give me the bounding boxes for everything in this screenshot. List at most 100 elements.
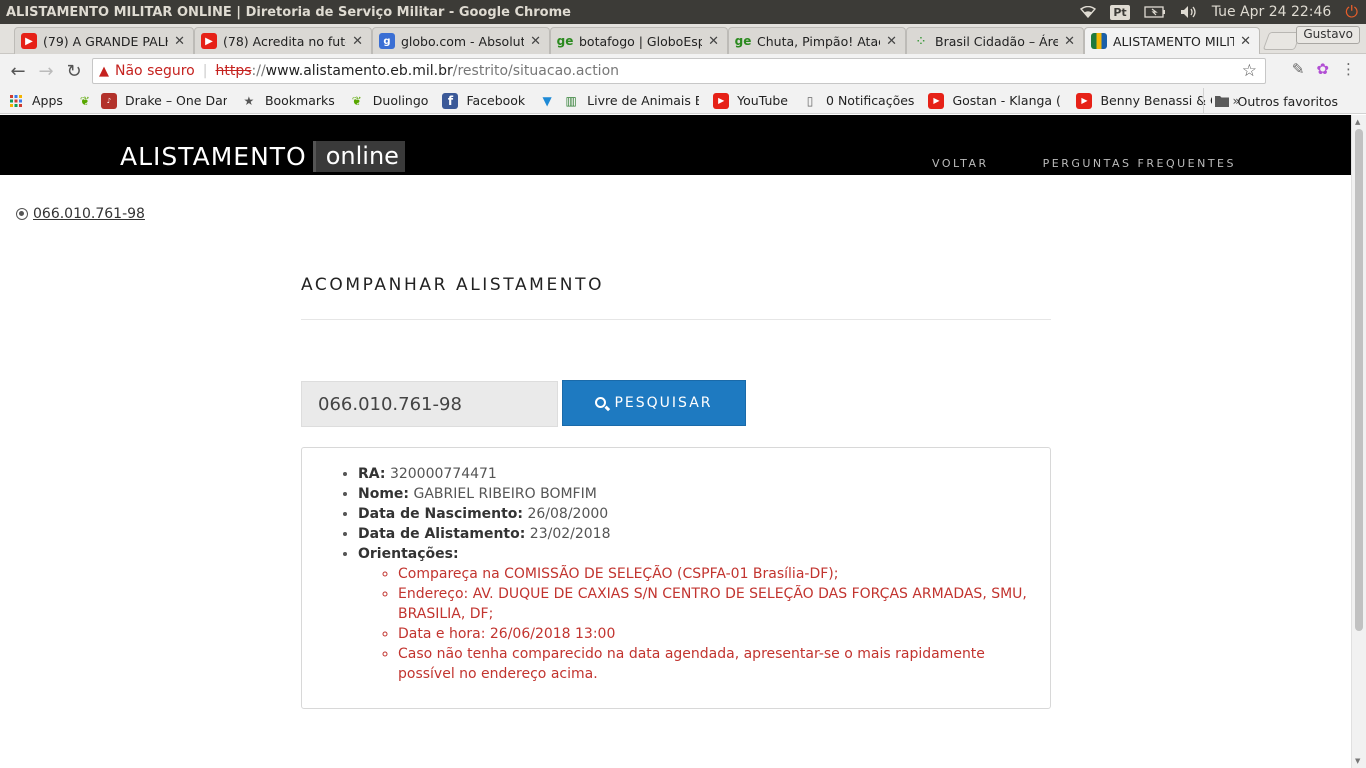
tab-chuta-pimpao[interactable]: ge Chuta, Pimpão! Ataca ✕	[728, 27, 906, 54]
brasil-cidadao-icon: ⁘	[916, 35, 926, 47]
tab-label: (78) Acredita no fute	[223, 33, 347, 49]
scroll-down-icon[interactable]: ▼	[1355, 757, 1360, 765]
bookmark-apps[interactable]: Apps	[8, 93, 63, 109]
search-button-label: PESQUISAR	[614, 395, 713, 411]
orientacao-item: Data e hora: 26/06/2018 13:00	[398, 624, 1030, 644]
tab-alistamento[interactable]: ALISTAMENTO MILITA ✕	[1084, 27, 1260, 54]
close-icon[interactable]: ✕	[530, 34, 541, 49]
url-scheme: https	[215, 63, 252, 79]
os-indicators: Pt Tue Apr 24 22:46 ⏻	[1080, 0, 1358, 24]
close-icon[interactable]: ✕	[886, 34, 897, 49]
bookmark-label: Gostan - Klanga (Pep	[952, 93, 1062, 108]
url-path: /restrito/situacao.action	[452, 63, 620, 79]
bookmark-label: Outros favoritos	[1237, 93, 1338, 109]
menu-icon[interactable]: ⋮	[1341, 60, 1356, 78]
warning-icon[interactable]: ▲	[99, 64, 109, 79]
window-title: ALISTAMENTO MILITAR ONLINE | Diretoria d…	[6, 4, 571, 20]
volume-icon[interactable]	[1180, 5, 1198, 19]
url-host: www.alistamento.eb.mil.br	[265, 63, 453, 79]
nav-voltar-link[interactable]: VOLTAR	[932, 157, 989, 170]
folder-icon	[1214, 93, 1230, 109]
logo-main-text: ALISTAMENTO	[120, 142, 307, 171]
result-nome: Nome: GABRIEL RIBEIRO BOMFIM	[358, 484, 1030, 504]
bookmark-duolingo[interactable]: ❦ Duolingo	[349, 93, 429, 109]
nav-faq-link[interactable]: PERGUNTAS FREQUENTES	[1043, 157, 1236, 170]
orientacao-item: Caso não tenha comparecido na data agend…	[398, 644, 1030, 684]
result-list: RA: 320000774471 Nome: GABRIEL RIBEIRO B…	[358, 464, 1030, 684]
bookmark-gostan[interactable]: ▶ Gostan - Klanga (Pep	[928, 92, 1062, 109]
user-cpf-link[interactable]: 066.010.761-98	[33, 206, 145, 222]
logo-sub-text: online	[312, 141, 405, 172]
bookmark-youtube[interactable]: ▶ YouTube	[713, 92, 789, 109]
bookmark-label: Livre de Animais Efe	[587, 93, 700, 108]
tab-globo[interactable]: g globo.com - Absoluta ✕	[372, 27, 550, 54]
chart-icon: ▥	[565, 93, 577, 108]
close-icon[interactable]: ✕	[1064, 34, 1075, 49]
result-ra: RA: 320000774471	[358, 464, 1030, 484]
keyboard-layout-badge[interactable]: Pt	[1110, 4, 1130, 20]
duolingo-icon: ❦	[351, 93, 362, 108]
title-divider	[301, 319, 1051, 320]
result-panel: RA: 320000774471 Nome: GABRIEL RIBEIRO B…	[301, 447, 1051, 709]
close-icon[interactable]: ✕	[1240, 34, 1251, 49]
orientacoes-list: Compareça na COMISSÃO DE SELEÇÃO (CSPFA-…	[358, 564, 1030, 684]
result-alistamento: Data de Alistamento: 23/02/2018	[358, 524, 1030, 544]
bookmark-facebook[interactable]: f Facebook	[442, 92, 526, 109]
forward-icon[interactable]: →	[32, 61, 60, 82]
bookmark-drake[interactable]: ❦ ♪ Drake – One Dance (	[77, 92, 227, 109]
bookmark-label: Facebook	[466, 93, 526, 108]
bookmark-benny-benassi[interactable]: ▶ Benny Benassi & Chr	[1076, 92, 1212, 109]
security-status[interactable]: Não seguro	[115, 63, 195, 79]
bookmark-bookmarks[interactable]: ★ Bookmarks	[241, 93, 335, 109]
duolingo-icon: ❦	[79, 93, 90, 108]
cpf-search-input[interactable]: 066.010.761-98	[301, 381, 558, 427]
bookmark-livre-de-animais[interactable]: ▼ ▥ Livre de Animais Efe	[539, 93, 700, 109]
tab-youtube-1[interactable]: ▶ (79) A GRANDE PALH ✕	[14, 27, 194, 54]
tab-brasil-cidadao[interactable]: ⁘ Brasil Cidadão – Área ✕	[906, 27, 1084, 54]
tab-botafogo[interactable]: ge botafogo | GloboEspo ✕	[550, 27, 728, 54]
orientacao-item: Compareça na COMISSÃO DE SELEÇÃO (CSPFA-…	[398, 564, 1030, 584]
tab-youtube-2[interactable]: ▶ (78) Acredita no fute ✕	[194, 27, 372, 54]
wifi-icon[interactable]	[1080, 6, 1097, 18]
clock[interactable]: Tue Apr 24 22:46	[1212, 4, 1332, 20]
address-bar[interactable]: ▲ Não seguro | https://www.alistamento.e…	[92, 58, 1266, 84]
close-icon[interactable]: ✕	[708, 34, 719, 49]
reload-icon[interactable]: ↻	[60, 61, 88, 82]
close-icon[interactable]: ✕	[174, 34, 185, 49]
page-scrollbar[interactable]: ▲ ▼	[1351, 115, 1366, 768]
web-page: ALISTAMENTO online VOLTAR PERGUNTAS FREQ…	[0, 115, 1351, 768]
tab-label: Brasil Cidadão – Área	[935, 33, 1059, 49]
url-scheme-sep: ://	[251, 63, 266, 79]
field-label: Nome:	[358, 486, 410, 502]
profile-button[interactable]: Gustavo	[1296, 26, 1360, 44]
bookmarks-bar: Apps ❦ ♪ Drake – One Dance ( ★ Bookmarks…	[0, 88, 1366, 114]
field-value: 23/02/2018	[529, 526, 611, 542]
result-orientacoes: Orientações: Compareça na COMISSÃO DE SE…	[358, 544, 1030, 684]
apps-grid-icon	[8, 93, 24, 109]
user-circle-icon	[16, 208, 28, 220]
bookmark-star-icon[interactable]: ☆	[1242, 61, 1257, 81]
bookmark-label: YouTube	[737, 93, 789, 108]
result-nascimento: Data de Nascimento: 26/08/2000	[358, 504, 1030, 524]
power-icon[interactable]: ⏻	[1345, 2, 1358, 22]
scroll-thumb[interactable]	[1355, 129, 1363, 631]
eyedropper-icon[interactable]: ✎	[1292, 60, 1305, 78]
bookmark-notificacoes[interactable]: ▯ 0 Notificações	[802, 93, 915, 109]
youtube-icon: ▶	[21, 33, 37, 49]
site-logo[interactable]: ALISTAMENTO online	[120, 141, 405, 172]
other-bookmarks[interactable]: Outros favoritos	[1202, 88, 1338, 114]
search-button[interactable]: PESQUISAR	[562, 380, 746, 426]
alistamento-icon	[1091, 33, 1107, 49]
search-icon	[595, 396, 607, 408]
field-label: Data de Nascimento:	[358, 506, 524, 522]
site-nav: VOLTAR PERGUNTAS FREQUENTES	[932, 157, 1236, 170]
battery-icon[interactable]	[1144, 6, 1166, 18]
address-separator: |	[202, 63, 208, 79]
youtube-icon: ▶	[1076, 92, 1093, 109]
close-icon[interactable]: ✕	[352, 34, 363, 49]
scroll-up-icon[interactable]: ▲	[1355, 118, 1360, 126]
tab-label: (79) A GRANDE PALH	[43, 33, 169, 49]
field-value: GABRIEL RIBEIRO BOMFIM	[413, 486, 597, 502]
back-icon[interactable]: ←	[4, 61, 32, 82]
extension-icon[interactable]: ✿	[1316, 60, 1329, 78]
